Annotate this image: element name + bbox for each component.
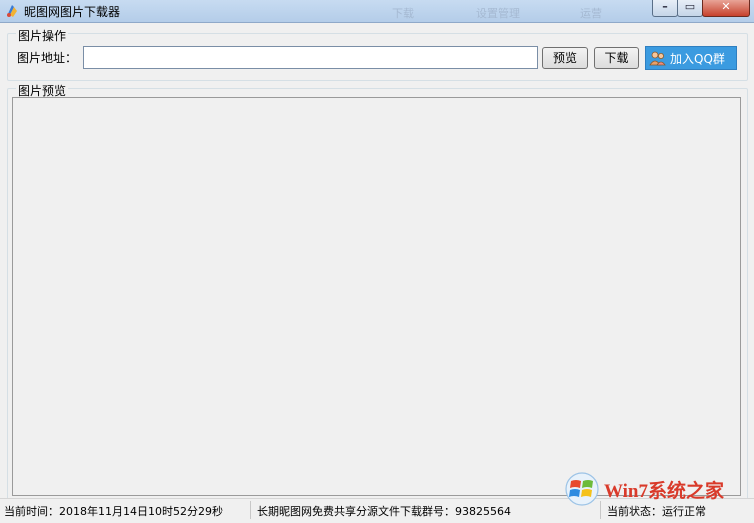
background-menu-item: 运营 — [580, 7, 602, 20]
qq-group-icon — [649, 51, 666, 66]
title-bar[interactable]: 昵图网图片下载器 下载 设置管理 运营 – ▭ ✕ — [0, 0, 754, 23]
maximize-button[interactable]: ▭ — [677, 0, 703, 17]
minimize-button[interactable]: – — [652, 0, 678, 17]
background-menu-item: 设置管理 — [476, 7, 520, 20]
image-preview-panel[interactable] — [12, 97, 741, 496]
join-qq-group-label: 加入QQ群 — [670, 52, 725, 66]
watermark: Win7系统之家 — [562, 468, 752, 508]
app-icon — [7, 5, 17, 17]
close-button[interactable]: ✕ — [702, 0, 750, 17]
windows-logo-icon — [565, 472, 599, 506]
status-group-info: 长期昵图网免费共享分源文件下载群号：93825564 — [257, 505, 511, 518]
download-button[interactable]: 下载 — [594, 47, 639, 69]
preview-button[interactable]: 预览 — [542, 47, 588, 69]
window-title: 昵图网图片下载器 — [24, 5, 121, 19]
image-address-input[interactable] — [83, 46, 538, 69]
join-qq-group-button[interactable]: 加入QQ群 — [645, 46, 737, 70]
maximize-icon: ▭ — [684, 0, 696, 13]
watermark-text: Win7系统之家 — [604, 481, 725, 502]
image-operations-label: 图片操作 — [16, 27, 69, 44]
status-separator — [250, 501, 251, 519]
minimize-icon: – — [662, 0, 668, 13]
close-icon: ✕ — [721, 0, 731, 13]
status-current-time: 当前时间：2018年11月14日10时52分29秒 — [4, 505, 223, 518]
background-menu-item: 下载 — [392, 7, 414, 20]
image-address-label: 图片地址： — [17, 51, 78, 65]
